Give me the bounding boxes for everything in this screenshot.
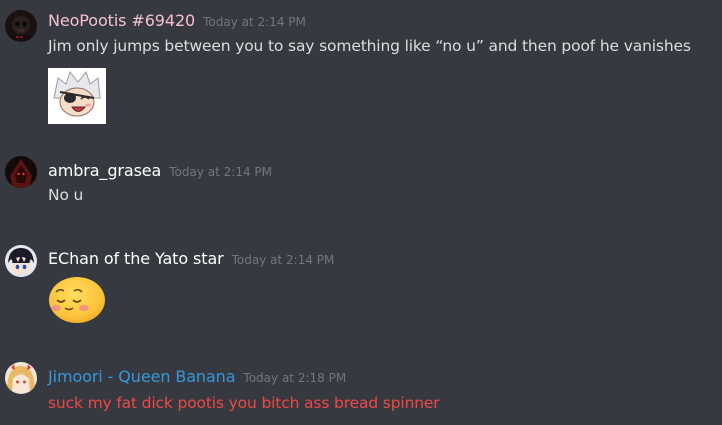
timestamp: Today at 2:18 PM	[243, 371, 347, 385]
message-header: NeoPootis #69420 Today at 2:14 PM	[48, 11, 306, 30]
anime-boy-avatar-icon[interactable]	[5, 245, 37, 277]
chat-messages: NeoPootis #69420 Today at 2:14 PM Jim onl…	[0, 0, 722, 425]
message-text: Jim only jumps between you to say someth…	[48, 37, 691, 55]
username[interactable]: EChan of the Yato star	[48, 249, 224, 268]
anime-girl-avatar-icon[interactable]	[5, 362, 37, 394]
timestamp: Today at 2:14 PM	[231, 253, 335, 267]
timestamp: Today at 2:14 PM	[169, 165, 273, 179]
timestamp: Today at 2:14 PM	[203, 15, 306, 29]
message-text: No u	[48, 186, 84, 204]
blushing-emoji[interactable]	[48, 276, 106, 328]
message-header: ambra_grasea Today at 2:14 PM	[48, 161, 272, 180]
dark-skull-avatar-icon[interactable]	[5, 10, 37, 42]
username[interactable]: NeoPootis #69420	[48, 11, 195, 30]
message-text: suck my fat dick pootis you bitch ass br…	[48, 394, 440, 412]
username[interactable]: ambra_grasea	[48, 161, 161, 180]
message-header: EChan of the Yato star Today at 2:14 PM	[48, 249, 334, 268]
red-hooded-avatar-icon[interactable]	[5, 156, 37, 188]
anime-pirate-sticker[interactable]	[48, 68, 106, 128]
message-header: Jimoori - Queen Banana Today at 2:18 PM	[48, 367, 346, 386]
username[interactable]: Jimoori - Queen Banana	[48, 367, 236, 386]
